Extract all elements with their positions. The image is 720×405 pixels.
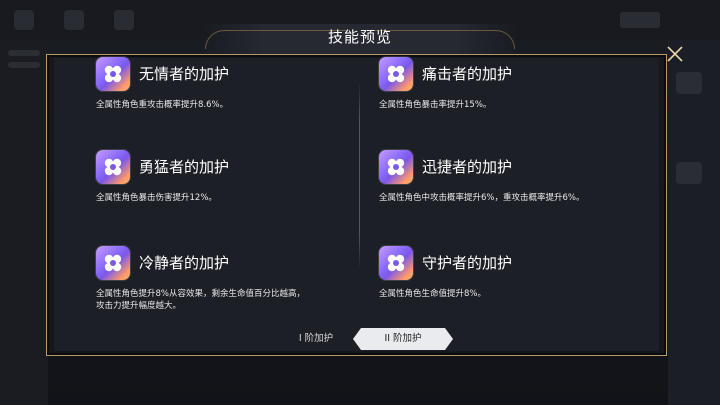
skill-name: 痛击者的加护 xyxy=(422,65,513,83)
skill-description-line: 攻击力提升幅度越大。 xyxy=(96,301,182,311)
skill-description: 全属性角色重攻击概率提升8.6%。 xyxy=(96,100,229,110)
skill-description: 全属性角色中攻击概率提升6%，重攻击概率提升6%。 xyxy=(379,193,585,203)
skill-description: 全属性角色暴击率提升15%。 xyxy=(379,100,492,110)
background-chip xyxy=(676,72,702,94)
background-line xyxy=(8,50,40,56)
tab-tier-2[interactable]: II 阶加护 xyxy=(353,328,453,350)
tab-tier-1[interactable]: I 阶加护 xyxy=(283,328,349,350)
skill-name: 守护者的加护 xyxy=(422,254,513,272)
flower-badge-icon xyxy=(379,57,413,91)
skill-description: 全属性角色提升8%从容效果，剩余生命值百分比越高， 攻击力提升幅度越大。 xyxy=(96,288,305,312)
skill-name: 冷静者的加护 xyxy=(139,254,230,272)
flower-badge-icon xyxy=(379,150,413,184)
skill-description: 全属性角色生命值提升8%。 xyxy=(379,289,486,299)
flower-badge-icon xyxy=(379,246,413,280)
skill-description: 全属性角色暴击伤害提升12%。 xyxy=(96,193,217,203)
background-line xyxy=(8,62,40,68)
tier-tabs: I 阶加护 II 阶加护 xyxy=(0,328,720,352)
skill-description-line: 全属性角色提升8%从容效果，剩余生命值百分比越高， xyxy=(96,289,305,299)
flower-badge-icon xyxy=(96,150,130,184)
skill-name: 勇猛者的加护 xyxy=(139,158,230,176)
flower-badge-icon xyxy=(96,246,130,280)
background-chip xyxy=(676,162,702,184)
column-divider xyxy=(359,82,360,270)
close-icon xyxy=(667,46,683,62)
skill-name: 迅捷者的加护 xyxy=(422,158,513,176)
skill-name: 无情者的加护 xyxy=(139,65,230,83)
dialog-title: 技能预览 xyxy=(327,28,392,46)
flower-badge-icon xyxy=(96,57,130,91)
